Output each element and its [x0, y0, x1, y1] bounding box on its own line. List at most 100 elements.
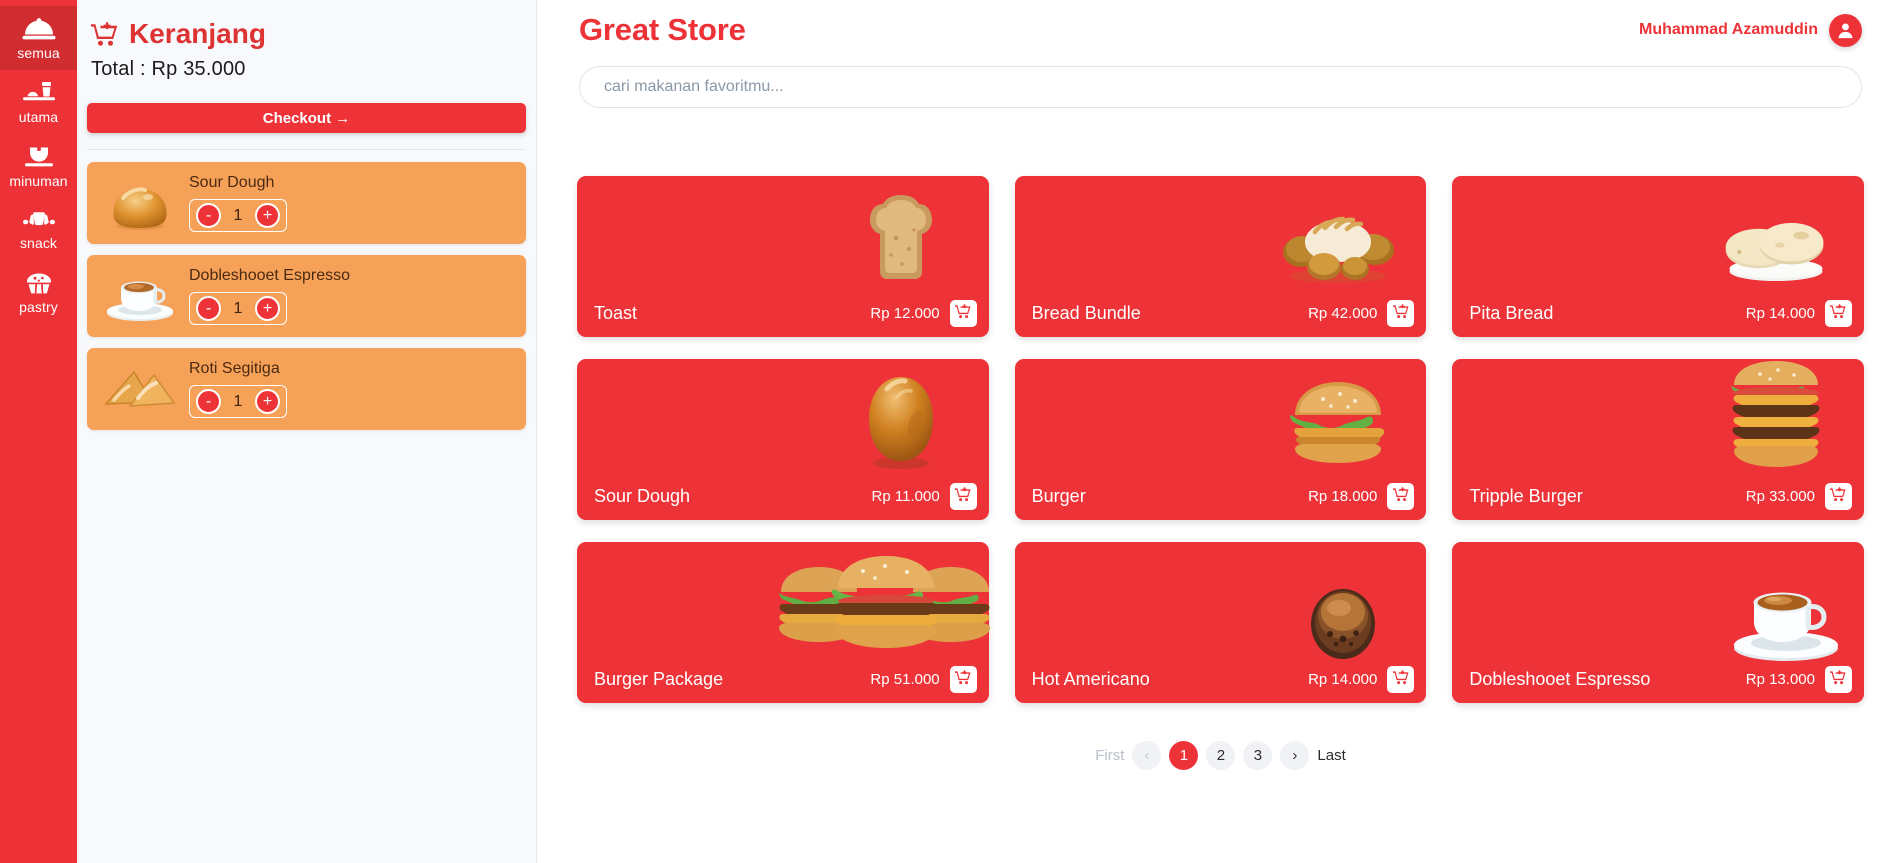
- sidebar-item-snack[interactable]: snack: [0, 198, 77, 260]
- cart-plus-icon: [1830, 487, 1847, 505]
- product-card[interactable]: Bread Bundle Rp 42.000: [1014, 176, 1427, 337]
- product-card[interactable]: Burger Rp 18.000: [1014, 359, 1427, 520]
- sidebar-item-utama[interactable]: utama: [0, 70, 77, 134]
- cart-plus-icon: [1392, 670, 1409, 688]
- product-price: Rp 12.000: [870, 304, 940, 322]
- pagination-next-button[interactable]: ›: [1280, 741, 1310, 770]
- product-card[interactable]: Dobleshooet Espresso Rp 13.000: [1452, 542, 1864, 703]
- add-to-cart-button[interactable]: [1387, 299, 1415, 327]
- cart-item-name: Sour Dough: [189, 174, 275, 191]
- user-circle-icon[interactable]: [1829, 13, 1862, 47]
- product-price: Rp 11.000: [871, 487, 940, 505]
- pagination-page-1[interactable]: 1: [1169, 741, 1199, 770]
- cart-item[interactable]: Sour Dough - 1 +: [87, 162, 526, 244]
- cart-panel: Keranjang Total : Rp 35.000 Checkout → S…: [77, 0, 537, 863]
- quantity-value: 1: [233, 206, 243, 224]
- quantity-decrease-button[interactable]: -: [196, 389, 221, 414]
- cloche-icon: [22, 17, 56, 41]
- product-name: Burger Package: [594, 668, 724, 689]
- add-to-cart-button[interactable]: [949, 482, 977, 510]
- cart-title-text: Keranjang: [129, 18, 266, 49]
- product-actions: Rp 14.000: [1308, 665, 1415, 693]
- pita-bread-image: [1716, 184, 1836, 288]
- croissant-icon: [22, 209, 56, 231]
- product-actions: Rp 12.000: [870, 299, 977, 327]
- product-card[interactable]: Sour Dough Rp 11.000: [577, 359, 989, 520]
- quantity-stepper: - 1 +: [189, 385, 287, 418]
- product-card-footer: Sour Dough Rp 11.000: [577, 472, 989, 520]
- pagination-page-2[interactable]: 2: [1206, 741, 1236, 770]
- product-card[interactable]: Hot Americano Rp 14.000: [1014, 542, 1427, 703]
- product-price: Rp 14.000: [1745, 304, 1815, 322]
- product-actions: Rp 14.000: [1745, 299, 1852, 327]
- product-actions: Rp 13.000: [1746, 665, 1852, 693]
- add-to-cart-button[interactable]: [1387, 482, 1415, 510]
- product-price: Rp 42.000: [1308, 304, 1378, 322]
- product-actions: Rp 11.000: [871, 482, 977, 510]
- product-actions: Rp 42.000: [1308, 299, 1415, 327]
- sidebar-item-semua[interactable]: semua: [0, 6, 77, 70]
- quantity-increase-button[interactable]: +: [255, 389, 280, 414]
- add-to-cart-button[interactable]: [949, 665, 977, 693]
- cart-plus-icon: [955, 304, 971, 322]
- product-price: Rp 18.000: [1308, 487, 1378, 505]
- search-input[interactable]: [579, 66, 1862, 108]
- product-actions: Rp 18.000: [1308, 482, 1415, 510]
- sidebar-item-label: minuman: [9, 173, 68, 189]
- cart-item[interactable]: Roti Segitiga - 1 +: [87, 348, 526, 430]
- sidebar-item-minuman[interactable]: minuman: [0, 134, 77, 198]
- cart-plus-icon: [1830, 670, 1847, 688]
- quantity-stepper: - 1 +: [189, 292, 287, 325]
- checkout-button[interactable]: Checkout →: [87, 103, 526, 133]
- cart-plus-icon: [1392, 304, 1409, 322]
- quantity-decrease-button[interactable]: -: [196, 296, 221, 321]
- pagination-first[interactable]: First: [1095, 747, 1124, 764]
- product-card-footer: Burger Rp 18.000: [1015, 472, 1427, 520]
- product-actions: Rp 33.000: [1746, 482, 1852, 510]
- cart-item-body: Roti Segitiga - 1 +: [183, 360, 287, 418]
- pagination-page-3[interactable]: 3: [1243, 741, 1273, 770]
- product-card[interactable]: Burger Package Rp 51.000: [577, 542, 991, 703]
- sidebar-item-label: utama: [18, 109, 59, 125]
- product-card-footer: Pita Bread Rp 14.000: [1452, 289, 1864, 337]
- product-card-footer: Bread Bundle Rp 42.000: [1015, 289, 1427, 337]
- cart-plus-icon: [1392, 487, 1409, 505]
- product-card[interactable]: Tripple Burger Rp 33.000: [1452, 359, 1864, 520]
- sidebar-item-pastry[interactable]: pastry: [0, 260, 77, 324]
- product-name: Tripple Burger: [1469, 485, 1583, 506]
- product-price: Rp 14.000: [1308, 670, 1378, 688]
- cart-item[interactable]: Dobleshooet Espresso - 1 +: [87, 255, 526, 337]
- pagination-prev-button[interactable]: ‹: [1132, 741, 1162, 770]
- add-to-cart-button[interactable]: [1824, 665, 1852, 693]
- add-to-cart-button[interactable]: [1387, 665, 1415, 693]
- product-name: Hot Americano: [1031, 668, 1150, 689]
- pagination-last[interactable]: Last: [1317, 747, 1345, 764]
- cart-item-name: Roti Segitiga: [189, 360, 280, 377]
- product-name: Bread Bundle: [1031, 302, 1141, 323]
- cart-title: Keranjang: [87, 10, 526, 50]
- category-sidebar: semua utama minuman snack pastry: [0, 0, 77, 863]
- product-name: Dobleshooet Espresso: [1469, 668, 1651, 689]
- bread-roll-image: [97, 168, 183, 238]
- cart-item-body: Sour Dough - 1 +: [183, 174, 287, 232]
- toast-slice-image: [841, 184, 961, 288]
- cart-item-name: Dobleshooet Espresso: [189, 267, 350, 284]
- add-to-cart-button[interactable]: [1824, 482, 1852, 510]
- product-card-footer: Hot Americano Rp 14.000: [1015, 655, 1427, 703]
- add-to-cart-button[interactable]: [949, 299, 977, 327]
- quantity-value: 1: [233, 392, 243, 410]
- quantity-increase-button[interactable]: +: [255, 296, 280, 321]
- quantity-increase-button[interactable]: +: [255, 203, 280, 228]
- cupcake-icon: [22, 271, 56, 295]
- sourdough-image: [841, 367, 961, 471]
- product-card[interactable]: Toast Rp 12.000: [577, 176, 989, 337]
- triple-burger-image: [1716, 361, 1836, 471]
- product-name: Burger: [1031, 485, 1086, 506]
- burger-package-image: [774, 550, 999, 654]
- product-card[interactable]: Pita Bread Rp 14.000: [1452, 176, 1864, 337]
- app-root: semua utama minuman snack pastry Keranja…: [0, 0, 1904, 863]
- add-to-cart-button[interactable]: [1824, 299, 1852, 327]
- user-name: Muhammad Azamuddin: [1639, 21, 1818, 38]
- quantity-decrease-button[interactable]: -: [196, 203, 221, 228]
- user-menu[interactable]: Muhammad Azamuddin: [1639, 13, 1862, 47]
